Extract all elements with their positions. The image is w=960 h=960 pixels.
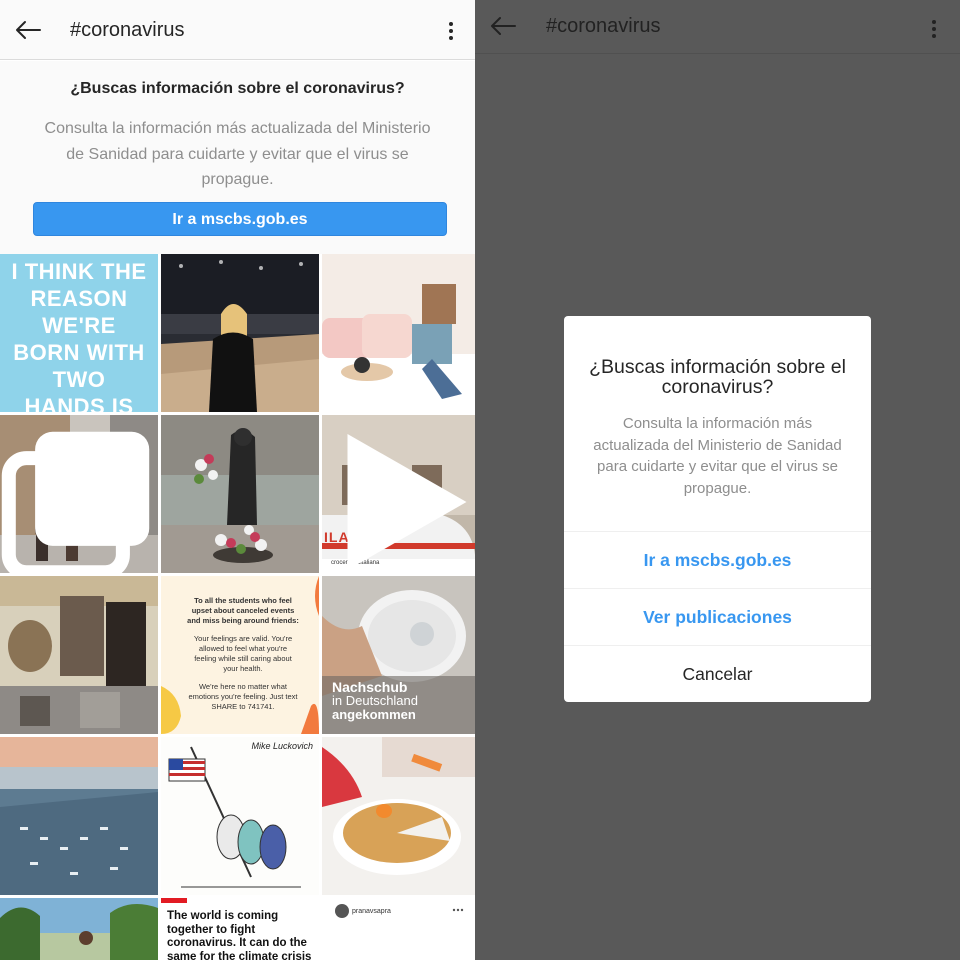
post-tile-collage[interactable] (0, 576, 158, 734)
multi-photo-icon (1, 431, 150, 573)
tile-username: pranavsapra (352, 908, 391, 915)
dimmed-top-bar: #coronavirus (475, 0, 960, 54)
visit-ministry-button[interactable]: Ir a mscbs.gob.es (33, 202, 447, 236)
post-tile-mask[interactable]: Nachschub in Deutschland angekommen (322, 576, 475, 734)
post-tile-screenshot[interactable]: pranavsapra (322, 898, 475, 960)
video-play-icon (347, 434, 467, 570)
dialog-title: ¿Buscas información sobre el coronavirus… (589, 356, 846, 398)
post-tile-world-climate[interactable]: The world is coming together to fight co… (161, 898, 319, 960)
photo-cake (322, 737, 475, 895)
post-tile-students-message[interactable]: To all the students who feel upset about… (161, 576, 319, 734)
tile-students-body: Your feelings are valid. You're allowed … (193, 634, 293, 673)
page-title: #coronavirus (70, 19, 185, 41)
tile-quote-text: I THINK THE REASON WE'RE BORN WITH TWO H… (11, 259, 147, 412)
post-tile-dogs-quote[interactable]: I THINK THE REASON WE'RE BORN WITH TWO H… (0, 254, 158, 412)
tile-students-text: To all the students who feel upset about… (187, 596, 299, 712)
more-options-icon-dimmed (932, 20, 936, 38)
info-description: Consulta la información más actualizada … (44, 120, 431, 188)
coronavirus-info-dialog: ¿Buscas información sobre el coronavirus… (564, 316, 871, 702)
info-banner: ¿Buscas información sobre el coronavirus… (0, 61, 475, 254)
photo-arena (161, 254, 319, 412)
tile-mask-text: Nachschub in Deutschland angekommen (332, 680, 418, 722)
tile-avatar-decor (335, 904, 464, 918)
tile-mask-sub: in Deutschland (332, 693, 418, 708)
dimmed-page-title: #coronavirus (546, 15, 661, 37)
dialog-cancel-button[interactable]: Cancelar (564, 645, 871, 702)
tile-mask-title2: angekommen (332, 707, 416, 722)
photo-bed (322, 254, 475, 412)
back-arrow-icon[interactable] (12, 14, 44, 46)
tile-world-text: The world is coming together to fight co… (167, 910, 312, 960)
top-bar: #coronavirus (0, 0, 475, 60)
more-options-icon[interactable] (439, 14, 463, 46)
tile-mask-title: Nachschub (332, 679, 408, 695)
photo-statue (161, 415, 319, 573)
hashtag-page: #coronavirus ¿Buscas información sobre e… (0, 0, 475, 960)
tile-students-footer: We're here no matter what emotions you'r… (188, 682, 298, 711)
back-arrow-icon-dimmed (491, 17, 516, 35)
post-tile-bed-reading[interactable] (322, 254, 475, 412)
info-question: ¿Buscas información sobre el coronavirus… (70, 80, 405, 97)
posts-grid: I THINK THE REASON WE'RE BORN WITH TWO H… (0, 254, 475, 960)
photo-collage (0, 576, 158, 734)
post-tile-garden[interactable] (0, 898, 158, 960)
post-tile-arena[interactable] (161, 254, 319, 412)
post-tile-ambulance[interactable]: ILANO crocerossaitaliana (322, 415, 475, 573)
photo-airport (0, 737, 158, 895)
post-tile-street[interactable] (0, 415, 158, 573)
tile-cartoon-signature: Mike Luckovich (251, 741, 313, 751)
dimmed-page-with-dialog: #coronavirus ¿Buscas información sobre e… (475, 0, 960, 960)
tile-students-title: To all the students who feel upset about… (187, 596, 299, 625)
post-tile-statue[interactable] (161, 415, 319, 573)
photo-garden (0, 898, 158, 960)
dialog-view-posts-button[interactable]: Ver publicaciones (564, 588, 871, 645)
post-tile-airport[interactable] (0, 737, 158, 895)
dialog-description: Consulta la información más actualizada … (593, 415, 842, 497)
cartoon-flag-raising (161, 737, 319, 895)
dialog-visit-ministry-button[interactable]: Ir a mscbs.gob.es (564, 531, 871, 588)
post-tile-cake[interactable] (322, 737, 475, 895)
post-tile-cartoon[interactable]: Mike Luckovich (161, 737, 319, 895)
